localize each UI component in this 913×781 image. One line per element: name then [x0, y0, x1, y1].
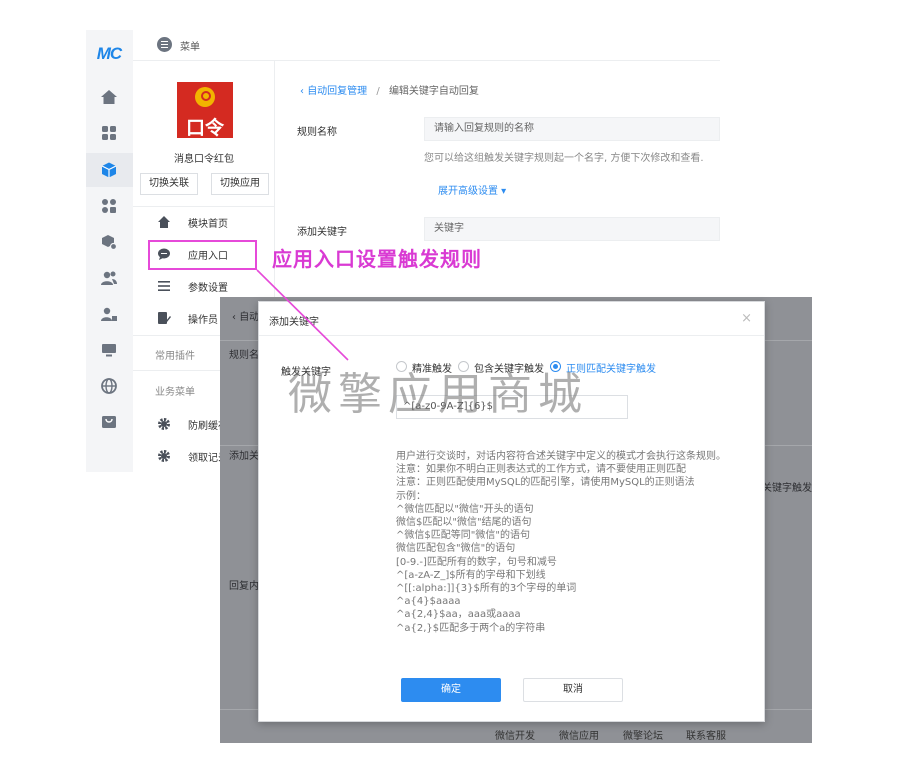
sidebar-item-home[interactable]: 模块首页 [133, 209, 275, 235]
brand-logo[interactable]: MC [91, 44, 127, 64]
section-plugins-title: 常用插件 [155, 351, 195, 362]
footer-link-dev[interactable]: 微信开发 [495, 727, 535, 742]
module-logo-text: 口令 [185, 117, 224, 139]
top-header: 菜单 [133, 30, 720, 61]
icon-rail: MC [86, 30, 133, 472]
trigger-keyword-label: 触发关键字 [281, 367, 331, 378]
shop-icon[interactable] [100, 413, 118, 431]
list-icon [158, 281, 170, 291]
monitor-icon[interactable] [100, 341, 118, 359]
annotation-callout: 应用入口设置触发规则 [272, 247, 482, 271]
underlay-rule-label: 规则名 [229, 350, 259, 361]
home-icon[interactable] [100, 88, 118, 106]
underlay-right-text: 正则匹配关键字触发 [765, 483, 812, 494]
breadcrumb: ‹ 自动回复管理 / 编辑关键字自动回复 [300, 86, 479, 97]
close-icon[interactable]: × [741, 311, 752, 326]
switch-app-button[interactable]: 切换应用 [211, 173, 269, 195]
footer-link-support[interactable]: 联系客服 [686, 727, 726, 742]
package-gear-icon[interactable] [100, 233, 118, 251]
key-icon [195, 87, 215, 107]
gear-icon [158, 450, 170, 462]
back-chevron-icon[interactable]: ‹ [300, 86, 304, 97]
module-cube-icon[interactable] [100, 161, 118, 179]
switch-link-button[interactable]: 切换关联 [140, 173, 198, 195]
user-lock-icon[interactable] [100, 305, 118, 323]
modal-title: 添加关键字 [269, 317, 319, 328]
modal-header: 添加关键字 × [259, 302, 764, 336]
module-logo: 口令 [177, 82, 233, 139]
sidebar-item-params[interactable]: 参数设置 [133, 273, 275, 299]
regex-help-text: 用户进行交谈时，对话内容符合述关键字中定义的模式才会执行这条规则。 注意：如果你… [396, 451, 726, 634]
rule-name-help: 您可以给这组触发关键字规则起一个名字, 方便下次修改和查看. [424, 153, 704, 164]
radio-circle[interactable] [550, 361, 561, 372]
underlay-reply-label: 回复内 [229, 581, 259, 592]
plugins-grid-icon[interactable] [100, 197, 118, 215]
divider [133, 206, 275, 207]
menu-icon[interactable] [157, 37, 172, 52]
regex-input[interactable]: ^[a-z0-9A-Z]{6}$ [396, 395, 628, 419]
home-icon [158, 216, 170, 228]
underlay-crumb: ‹ 自动 [232, 312, 260, 323]
apps-grid-icon[interactable] [100, 124, 118, 142]
radio-label: 正则匹配关键字触发 [566, 364, 656, 375]
radio-circle[interactable] [458, 361, 469, 372]
section-business-title: 业务菜单 [155, 387, 195, 398]
menu-label[interactable]: 菜单 [180, 38, 200, 53]
add-keyword-label: 添加关键字 [297, 227, 347, 238]
add-keyword-modal: 添加关键字 × 触发关键字 精准触发 包含关键字触发 正则匹配关键字触发 ^[a… [258, 301, 765, 722]
underlay-add-label: 添加关 [229, 451, 259, 462]
radio-label: 包含关键字触发 [474, 364, 544, 375]
globe-icon[interactable] [100, 377, 118, 395]
confirm-button[interactable]: 确定 [401, 678, 501, 702]
users-icon[interactable] [100, 269, 118, 287]
sidebar-item-label: 操作员 [188, 315, 218, 326]
footer-link-apps[interactable]: 微信应用 [559, 727, 599, 742]
edit-icon [158, 312, 171, 324]
rule-name-input[interactable]: 请输入回复规则的名称 [424, 117, 720, 141]
breadcrumb-current: 编辑关键字自动回复 [388, 86, 479, 97]
cancel-button[interactable]: 取消 [523, 678, 623, 702]
footer-link-forum[interactable]: 微擎论坛 [623, 727, 663, 742]
breadcrumb-parent[interactable]: 自动回复管理 [307, 86, 367, 97]
highlight-box [148, 240, 257, 270]
gear-icon [158, 418, 170, 430]
sidebar-item-label: 模块首页 [188, 219, 228, 230]
radio-label: 精准触发 [412, 364, 452, 375]
module-name: 消息口令红包 [174, 154, 234, 165]
chevron-down-icon: ▾ [498, 186, 507, 197]
sidebar-item-label: 参数设置 [188, 283, 228, 294]
radio-circle[interactable] [396, 361, 407, 372]
rule-name-label: 规则名称 [297, 127, 337, 138]
keyword-input[interactable]: 关键字 [424, 217, 720, 241]
advanced-settings-link[interactable]: 展开高级设置 ▾ [438, 182, 506, 197]
